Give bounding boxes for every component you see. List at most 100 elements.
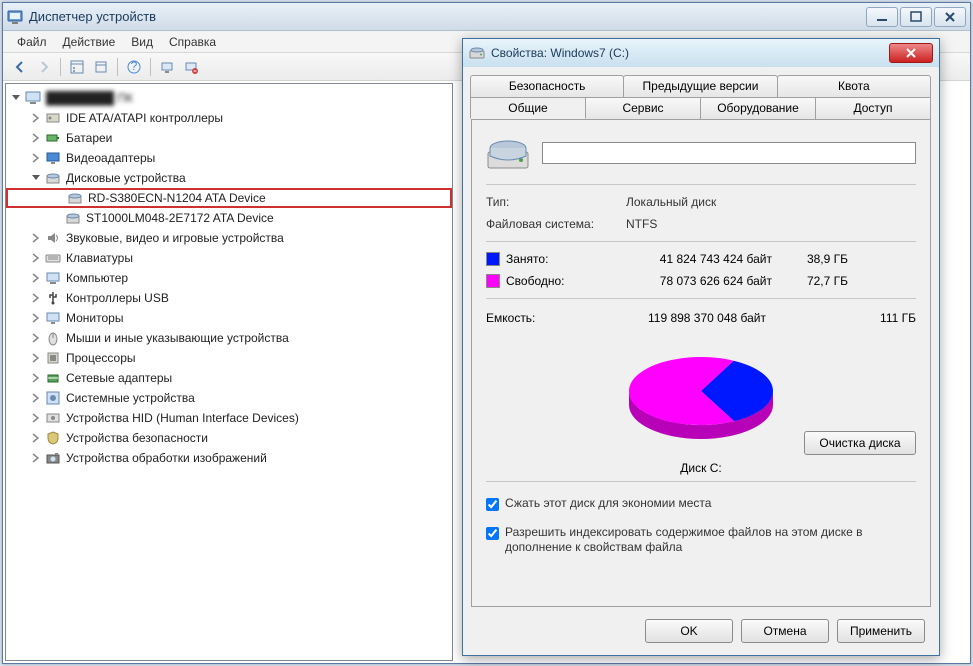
svg-text:?: ?: [131, 60, 138, 73]
toolbar-forward[interactable]: [33, 56, 55, 78]
toolbar-separator: [117, 58, 118, 76]
system-icon: [44, 390, 62, 406]
tab-sharing[interactable]: Доступ: [815, 97, 931, 119]
tree-node[interactable]: Дисковые устройства: [6, 168, 452, 188]
tab-tools[interactable]: Сервис: [585, 97, 701, 119]
expand-icon[interactable]: [30, 452, 42, 464]
tab-security[interactable]: Безопасность: [470, 75, 624, 97]
tree-node[interactable]: Сетевые адаптеры: [6, 368, 452, 388]
tree-node[interactable]: Устройства обработки изображений: [6, 448, 452, 468]
tree-node-label: Мыши и иные указывающие устройства: [66, 331, 289, 345]
expand-icon[interactable]: [30, 392, 42, 404]
expand-icon[interactable]: [30, 112, 42, 124]
tree-node-label: Устройства обработки изображений: [66, 451, 267, 465]
tree-node-label: Клавиатуры: [66, 251, 133, 265]
tree-node-label: IDE ATA/ATAPI контроллеры: [66, 111, 223, 125]
apply-button[interactable]: Применить: [837, 619, 925, 643]
pie-caption: Диск C:: [486, 461, 916, 475]
expand-icon[interactable]: [30, 332, 42, 344]
tab-quota[interactable]: Квота: [777, 75, 931, 97]
expand-icon[interactable]: [30, 272, 42, 284]
tree-node[interactable]: ST1000LM048-2E7172 ATA Device: [6, 208, 452, 228]
compress-checkbox[interactable]: [486, 498, 499, 511]
tree-node[interactable]: Мыши и иные указывающие устройства: [6, 328, 452, 348]
window-controls: [866, 7, 966, 27]
dialog-buttons: OK Отмена Применить: [645, 619, 925, 643]
tree-node[interactable]: Контроллеры USB: [6, 288, 452, 308]
maximize-button[interactable]: [900, 7, 932, 27]
toolbar-scan-icon[interactable]: [156, 56, 178, 78]
tab-hardware[interactable]: Оборудование: [700, 97, 816, 119]
index-label: Разрешить индексировать содержимое файло…: [505, 525, 916, 555]
tree-node[interactable]: Мониторы: [6, 308, 452, 328]
toolbar-back[interactable]: [9, 56, 31, 78]
close-button[interactable]: [934, 7, 966, 27]
tree-node[interactable]: Звуковые, видео и игровые устройства: [6, 228, 452, 248]
expand-icon[interactable]: [30, 412, 42, 424]
tree-node-label: Устройства HID (Human Interface Devices): [66, 411, 299, 425]
free-human: 72,7 ГБ: [778, 274, 848, 288]
tree-node[interactable]: IDE ATA/ATAPI контроллеры: [6, 108, 452, 128]
menu-action[interactable]: Действие: [55, 33, 124, 51]
close-button[interactable]: [889, 43, 933, 63]
expand-icon[interactable]: [30, 292, 42, 304]
mouse-icon: [44, 330, 62, 346]
tree-node[interactable]: Устройства безопасности: [6, 428, 452, 448]
separator: [486, 241, 916, 242]
expand-icon[interactable]: [30, 152, 42, 164]
expand-icon[interactable]: [30, 232, 42, 244]
minimize-button[interactable]: [866, 7, 898, 27]
menu-help[interactable]: Справка: [161, 33, 224, 51]
expand-icon[interactable]: [30, 312, 42, 324]
tabs-row-2: Общие Сервис Оборудование Доступ: [471, 97, 931, 119]
device-tree[interactable]: ████████ ПК IDE ATA/ATAPI контроллеры Бат…: [5, 83, 453, 661]
sound-icon: [44, 230, 62, 246]
toolbar-tree-icon[interactable]: [66, 56, 88, 78]
usb-icon: [44, 290, 62, 306]
tab-previous-versions[interactable]: Предыдущие версии: [623, 75, 777, 97]
drive-large-icon: [486, 134, 530, 172]
toolbar-properties-icon[interactable]: [90, 56, 112, 78]
disk-cleanup-button[interactable]: Очистка диска: [804, 431, 916, 455]
cancel-button[interactable]: Отмена: [741, 619, 829, 643]
collapse-icon[interactable]: [10, 92, 22, 104]
tree-node[interactable]: Системные устройства: [6, 388, 452, 408]
menu-view[interactable]: Вид: [123, 33, 161, 51]
tree-node-label: ST1000LM048-2E7172 ATA Device: [86, 211, 274, 225]
tree-node-label: Контроллеры USB: [66, 291, 169, 305]
toolbar-uninstall-icon[interactable]: [180, 56, 202, 78]
ide-icon: [44, 110, 62, 126]
collapse-icon[interactable]: [30, 172, 42, 184]
expand-icon[interactable]: [30, 372, 42, 384]
drive-name-input[interactable]: [542, 142, 916, 164]
tree-node[interactable]: Процессоры: [6, 348, 452, 368]
computer-icon: [24, 90, 42, 106]
devmgr-title: Диспетчер устройств: [29, 9, 866, 24]
imaging-icon: [44, 450, 62, 466]
used-swatch: [486, 252, 500, 266]
toolbar-help-icon[interactable]: ?: [123, 56, 145, 78]
expand-icon[interactable]: [30, 252, 42, 264]
tree-node-label: RD-S380ECN-N1204 ATA Device: [88, 191, 266, 205]
tree-node[interactable]: Батареи: [6, 128, 452, 148]
menu-file[interactable]: Файл: [9, 33, 55, 51]
expand-icon[interactable]: [30, 432, 42, 444]
tree-node[interactable]: Устройства HID (Human Interface Devices): [6, 408, 452, 428]
index-checkbox[interactable]: [486, 527, 499, 540]
ok-button[interactable]: OK: [645, 619, 733, 643]
tree-node[interactable]: Видеоадаптеры: [6, 148, 452, 168]
tree-node-label: Звуковые, видео и игровые устройства: [66, 231, 284, 245]
monitor-icon: [44, 310, 62, 326]
tree-node[interactable]: Компьютер: [6, 268, 452, 288]
expand-icon[interactable]: [30, 352, 42, 364]
tree-root[interactable]: ████████ ПК: [6, 88, 452, 108]
type-value: Локальный диск: [626, 195, 716, 209]
expand-icon[interactable]: [30, 132, 42, 144]
tree-node[interactable]: Клавиатуры: [6, 248, 452, 268]
separator: [486, 481, 916, 482]
drive-properties-dialog: Свойства: Windows7 (C:) Безопасность Пре…: [462, 38, 940, 656]
tab-general[interactable]: Общие: [470, 97, 586, 119]
tree-node[interactable]: RD-S380ECN-N1204 ATA Device: [6, 188, 452, 208]
tree-root-label: ████████ ПК: [46, 91, 133, 105]
tree-node-label: Устройства безопасности: [66, 431, 208, 445]
